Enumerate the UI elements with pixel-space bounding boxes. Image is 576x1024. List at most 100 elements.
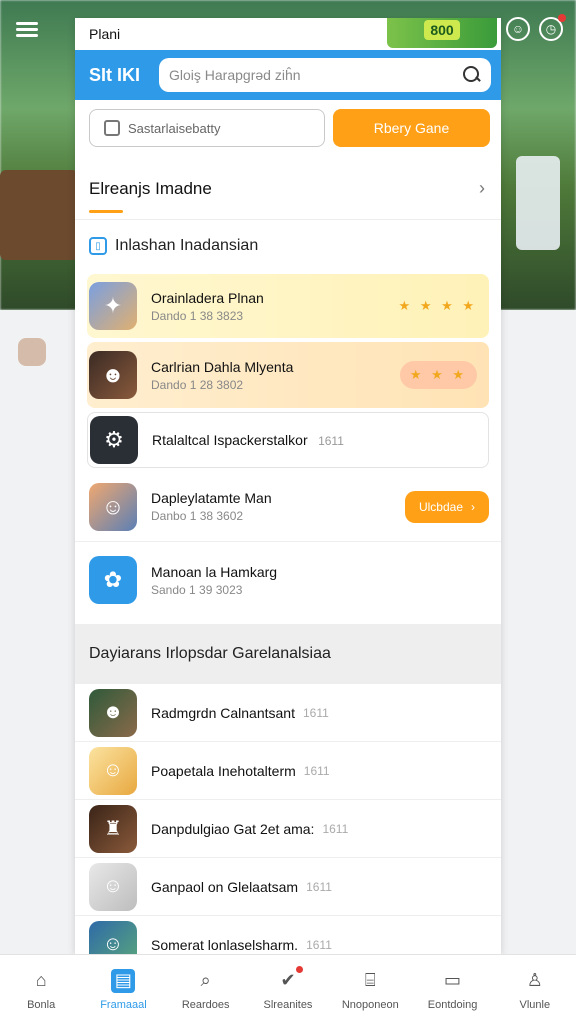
badge-icon: ✔ [276,965,303,993]
promo-number: 800 [424,20,460,40]
section-title: Elreanjs Imadne [89,178,212,198]
bottom-nav: ⌂ Bonla ▤ Framaaal ⌕ Reardoes ✔ Slreanit… [0,954,576,1024]
item-action-button[interactable]: Ulcbdae › [404,490,489,523]
item-name: Danpdulgiao Gat 2et ama: [151,820,315,837]
nav-item-search[interactable]: ⌕ Reardoes [165,955,247,1024]
item-subtitle: Danbo 1 38 3602 [151,509,244,523]
app-icon: ☺ [89,746,137,795]
hamburger-icon[interactable] [14,16,40,42]
item-subtitle: Sando 1 39 3023 [151,582,243,597]
nav-label: Slreanites [263,998,313,1011]
item-meta: 1611 [302,705,329,720]
featured-item[interactable]: ⚙ Rtalaltcal Ispackerstalkor 1611 [87,412,489,468]
list-item[interactable]: ☺ Somerat lonlaselsharm. 1611 [75,916,501,954]
primary-action-label: Rbery Gane [373,120,450,136]
panel-title: Plani [89,26,121,42]
games-icon: ▤ [111,968,136,993]
promo-badge[interactable]: 800 [387,18,497,48]
flower-icon: ✿ [89,556,137,604]
list-item[interactable]: ♜ Danpdulgiao Gat 2et ama: 1611 [75,800,501,858]
nav-label: Eontdoing [427,998,478,1011]
search-placeholder: Gloiş Harapgrəd ziĥn [169,67,301,83]
section-header[interactable]: Elreanjs Imadne › [75,158,501,220]
nav-item-home[interactable]: ⌂ Bonla [0,955,82,1024]
notification-dot [295,965,303,973]
chevron-right-icon: › [471,499,475,514]
featured-item[interactable]: ✿ Manoan la Hamkarg Sando 1 39 3023 [75,542,501,618]
background-app-icon [18,338,46,366]
list-icon: ▯ [89,237,107,255]
list-item[interactable]: ☺ Poapetala Inehotalterm 1611 [75,742,501,800]
nav-item-profile[interactable]: ♙ Vlunle [494,955,576,1024]
group-header: Dayiarans Irlopsdar Garelanalsiaa [75,624,501,684]
item-meta: 1611 [318,433,344,448]
subheading-label: Inlashan Inadansian [115,237,259,254]
nav-item-games[interactable]: ▤ Framaaal [82,955,164,1024]
background-hut [0,170,78,260]
chevron-right-icon[interactable]: › [479,178,485,199]
search-icon[interactable] [463,66,481,84]
primary-action-button[interactable]: Rbery Gane [333,109,490,147]
nav-label: Vlunle [519,998,551,1011]
item-meta: 1611 [303,763,330,778]
item-name: Poapetala Inehotalterm [151,762,296,779]
item-name: Ganpaol on Glelaatsam [151,878,299,895]
app-icon: ☻ [89,351,137,399]
item-name: Manoan la Hamkarg [151,563,278,580]
nav-label: Nnoponeon [341,998,399,1011]
list-item[interactable]: ☻ Radmgrdn Calnantsant 1611 [75,684,501,742]
rating-stars: ★ ★ ★ [399,361,477,389]
app-icon: ☻ [89,688,137,737]
search-bar-row: SIt IKI Gloiş Harapgrəd ziĥn [75,50,501,100]
app-icon: ☺ [89,482,137,531]
app-icon: ⚙ [90,416,138,464]
search-field[interactable]: Gloiş Harapgrəd ziĥn [159,58,491,92]
item-meta: 1611 [306,879,332,894]
nav-label: Framaaal [100,998,147,1011]
item-action-label: Ulcbdae [418,499,463,514]
item-subtitle: Dando 1 28 3802 [151,377,244,392]
tray-icon: ⌸ [364,970,376,990]
nav-item-badges[interactable]: ✔ Slreanites [247,955,329,1024]
badge-glyph: ✔ [280,970,296,990]
subheading-row: ▯ Inlashan Inadansian [75,220,501,272]
brand-logo: SIt IKI [89,64,141,85]
notification-dot [558,14,566,22]
nav-item-tray[interactable]: ⌸ Nnoponeon [329,955,411,1024]
app-icon: ♜ [89,804,137,853]
app-icon: ✦ [89,282,137,330]
item-meta: 1611 [306,937,332,952]
item-name: Radmgrdn Calnantsant [151,704,295,721]
search-icon: ⌕ [200,970,211,990]
smiley-icon[interactable]: ☺ [505,16,531,42]
home-icon: ⌂ [35,970,47,990]
panel-title-bar: Plani 800 [75,18,501,50]
timer-icon[interactable]: ◷ [538,14,566,42]
tablet-icon: ▭ [444,970,462,990]
app-icon: ☺ [89,920,137,954]
person-icon: ♙ [526,970,543,990]
featured-item[interactable]: ✦ Orainladera Plnan Dando 1 38 3823 ★ ★ … [87,274,489,338]
rating-stars: ★ ★ ★ ★ [398,298,477,313]
featured-item[interactable]: ☺ Dapleylatamte Man Danbo 1 38 3602 Ulcb… [75,472,501,542]
action-row: Sastarlaisebatty Rbery Gane [75,100,501,150]
nav-label: Bonla [27,998,56,1011]
item-subtitle: Dando 1 38 3823 [151,308,244,323]
item-name: Dapleylatamte Man [151,490,272,506]
nav-label: Reardoes [181,998,230,1011]
list-item[interactable]: ☺ Ganpaol on Glelaatsam 1611 [75,858,501,916]
item-name: Carlrian Dahla Mlyenta [151,358,294,375]
featured-item[interactable]: ☻ Carlrian Dahla Mlyenta Dando 1 28 3802… [87,342,489,408]
secondary-action-label: Sastarlaisebatty [128,120,221,136]
nav-item-tablet[interactable]: ▭ Eontdoing [411,955,493,1024]
background-panel [516,156,560,250]
box-icon [104,120,120,136]
item-name: Rtalaltcal Ispackerstalkor [152,431,308,448]
item-meta: 1611 [322,821,349,836]
item-name: Orainladera Plnan [151,289,264,306]
item-name: Somerat lonlaselsharm. [151,936,299,953]
app-icon: ☺ [89,862,137,911]
store-panel: Plani 800 SIt IKI Gloiş Harapgrəd ziĥn S… [75,18,501,954]
section-underline [89,210,123,213]
secondary-action-button[interactable]: Sastarlaisebatty [89,109,325,147]
